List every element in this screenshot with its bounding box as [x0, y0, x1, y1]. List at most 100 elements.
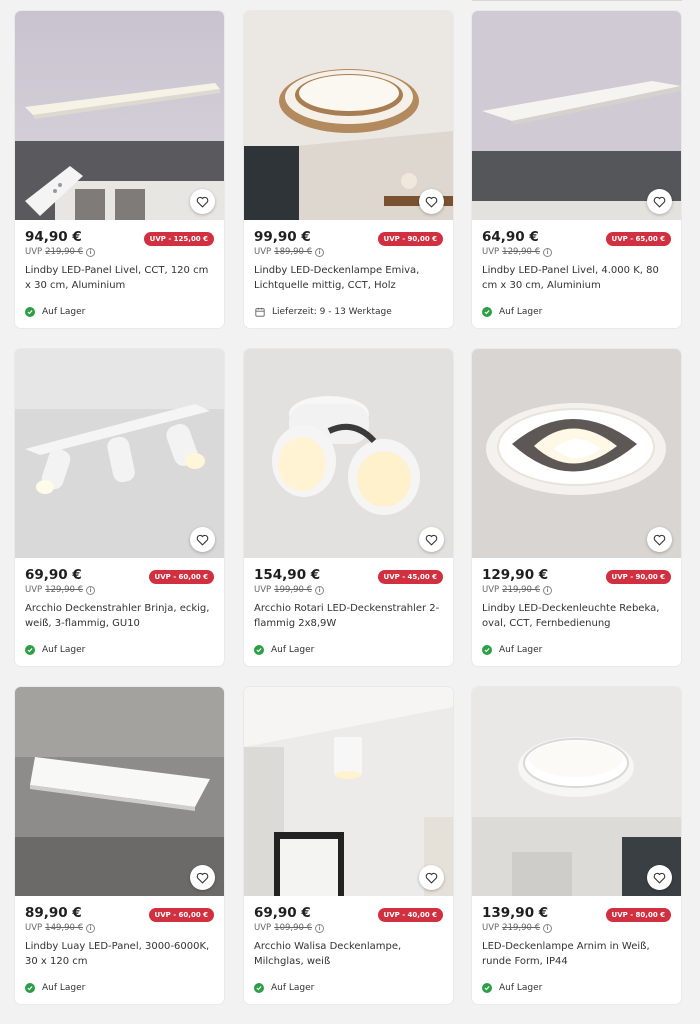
wishlist-button[interactable] — [190, 527, 215, 552]
availability-text: Auf Lager — [271, 983, 315, 993]
availability: Auf Lager — [254, 645, 314, 655]
uvp-line: UVP 189,90 € i — [254, 247, 443, 258]
old-price: 199,90 € — [274, 585, 313, 595]
availability: Auf Lager — [482, 307, 542, 317]
availability-text: Lieferzeit: 9 - 13 Werktage — [272, 307, 392, 317]
discount-badge: UVP - 60,00 € — [148, 570, 214, 584]
uvp-label: UVP — [482, 585, 500, 595]
uvp-line: UVP 129,90 € i — [25, 585, 214, 596]
availability-text: Auf Lager — [42, 645, 86, 655]
check-icon — [482, 983, 492, 993]
product-card[interactable]: 139,90 € UVP - 80,00 € UVP 219,90 € i LE… — [472, 687, 681, 1004]
uvp-label: UVP — [482, 923, 500, 933]
availability: Auf Lager — [25, 645, 85, 655]
discount-badge: UVP - 90,00 € — [605, 570, 671, 584]
product-info: 69,90 € UVP - 40,00 € UVP 109,90 € i Arc… — [254, 905, 443, 969]
product-image[interactable] — [472, 687, 681, 896]
info-icon[interactable]: i — [86, 924, 96, 933]
check-icon — [25, 645, 35, 655]
product-image[interactable] — [472, 11, 681, 220]
heart-icon — [653, 196, 666, 208]
product-title[interactable]: Arcchio Rotari LED-Deckenstrahler 2-flam… — [254, 601, 443, 631]
check-icon — [25, 307, 35, 317]
check-icon — [482, 307, 492, 317]
info-icon[interactable]: i — [543, 924, 553, 933]
info-icon[interactable]: i — [315, 248, 325, 257]
wishlist-button[interactable] — [647, 189, 672, 214]
product-title[interactable]: Arcchio Walisa Deckenlampe, Milchglas, w… — [254, 939, 443, 969]
check-icon — [25, 983, 35, 993]
discount-badge: UVP - 45,00 € — [377, 570, 443, 584]
heart-icon — [425, 872, 438, 884]
wishlist-button[interactable] — [419, 189, 444, 214]
wishlist-button[interactable] — [647, 527, 672, 552]
product-card[interactable]: 129,90 € UVP - 90,00 € UVP 219,90 € i Li… — [472, 349, 681, 666]
availability: Auf Lager — [25, 983, 85, 993]
product-info: 129,90 € UVP - 90,00 € UVP 219,90 € i Li… — [482, 567, 671, 631]
product-title[interactable]: Lindby LED-Deckenleuchte Rebeka, oval, C… — [482, 601, 671, 631]
info-icon[interactable]: i — [86, 586, 96, 595]
product-title[interactable]: LED-Deckenlampe Arnim in Weiß, runde For… — [482, 939, 671, 969]
product-info: 154,90 € UVP - 45,00 € UVP 199,90 € i Ar… — [254, 567, 443, 631]
discount-badge: UVP - 60,00 € — [148, 908, 214, 922]
wishlist-button[interactable] — [190, 865, 215, 890]
discount-badge: UVP - 40,00 € — [377, 908, 443, 922]
wishlist-button[interactable] — [190, 189, 215, 214]
uvp-label: UVP — [482, 247, 500, 257]
heart-icon — [425, 196, 438, 208]
discount-badge: UVP - 125,00 € — [143, 232, 214, 246]
product-card[interactable]: 154,90 € UVP - 45,00 € UVP 199,90 € i Ar… — [244, 349, 453, 666]
product-image[interactable] — [15, 11, 224, 220]
uvp-line: UVP 109,90 € i — [254, 923, 443, 934]
availability-text: Auf Lager — [499, 983, 543, 993]
wishlist-button[interactable] — [419, 527, 444, 552]
old-price: 189,90 € — [274, 247, 313, 257]
product-image[interactable] — [15, 687, 224, 896]
heart-icon — [653, 872, 666, 884]
info-icon[interactable]: i — [543, 586, 553, 595]
info-icon[interactable]: i — [315, 586, 325, 595]
availability-text: Auf Lager — [499, 645, 543, 655]
old-price: 109,90 € — [274, 923, 313, 933]
product-image[interactable] — [244, 11, 453, 220]
info-icon[interactable]: i — [315, 924, 325, 933]
check-icon — [482, 645, 492, 655]
uvp-line: UVP 199,90 € i — [254, 585, 443, 596]
discount-badge: UVP - 65,00 € — [605, 232, 671, 246]
product-card[interactable]: 64,90 € UVP - 65,00 € UVP 129,90 € i Lin… — [472, 11, 681, 328]
product-card[interactable]: 69,90 € UVP - 40,00 € UVP 109,90 € i Arc… — [244, 687, 453, 1004]
product-title[interactable]: Lindby LED-Panel Livel, 4.000 K, 80 cm x… — [482, 263, 671, 293]
product-info: 89,90 € UVP - 60,00 € UVP 149,90 € i Lin… — [25, 905, 214, 969]
wishlist-button[interactable] — [647, 865, 672, 890]
old-price: 219,90 € — [502, 923, 541, 933]
product-image[interactable] — [244, 349, 453, 558]
product-card[interactable]: 89,90 € UVP - 60,00 € UVP 149,90 € i Lin… — [15, 687, 224, 1004]
availability: Auf Lager — [25, 307, 85, 317]
product-image[interactable] — [244, 687, 453, 896]
info-icon[interactable]: i — [86, 248, 96, 257]
product-title[interactable]: Arcchio Deckenstrahler Brinja, eckig, we… — [25, 601, 214, 631]
old-price: 129,90 € — [502, 247, 541, 257]
product-title[interactable]: Lindby LED-Deckenlampe Emiva, Lichtquell… — [254, 263, 443, 293]
availability: Auf Lager — [482, 983, 542, 993]
product-card[interactable]: 69,90 € UVP - 60,00 € UVP 129,90 € i Arc… — [15, 349, 224, 666]
product-image[interactable] — [472, 349, 681, 558]
availability: Lieferzeit: 9 - 13 Werktage — [254, 307, 392, 317]
calendar-icon — [254, 307, 265, 317]
product-title[interactable]: Lindby Luay LED-Panel, 3000-6000K, 30 x … — [25, 939, 214, 969]
check-icon — [254, 645, 264, 655]
uvp-label: UVP — [25, 247, 43, 257]
product-image[interactable] — [15, 349, 224, 558]
info-icon[interactable]: i — [543, 248, 553, 257]
wishlist-button[interactable] — [419, 865, 444, 890]
availability: Auf Lager — [254, 983, 314, 993]
product-card[interactable]: 94,90 € UVP - 125,00 € UVP 219,90 € i Li… — [15, 11, 224, 328]
uvp-label: UVP — [25, 585, 43, 595]
uvp-label: UVP — [25, 923, 43, 933]
product-card[interactable]: 99,90 € UVP - 90,00 € UVP 189,90 € i Lin… — [244, 11, 453, 328]
heart-icon — [653, 534, 666, 546]
header-divider — [472, 0, 682, 1]
product-title[interactable]: Lindby LED-Panel Livel, CCT, 120 cm x 30… — [25, 263, 214, 293]
check-icon — [254, 983, 264, 993]
availability-text: Auf Lager — [271, 645, 315, 655]
